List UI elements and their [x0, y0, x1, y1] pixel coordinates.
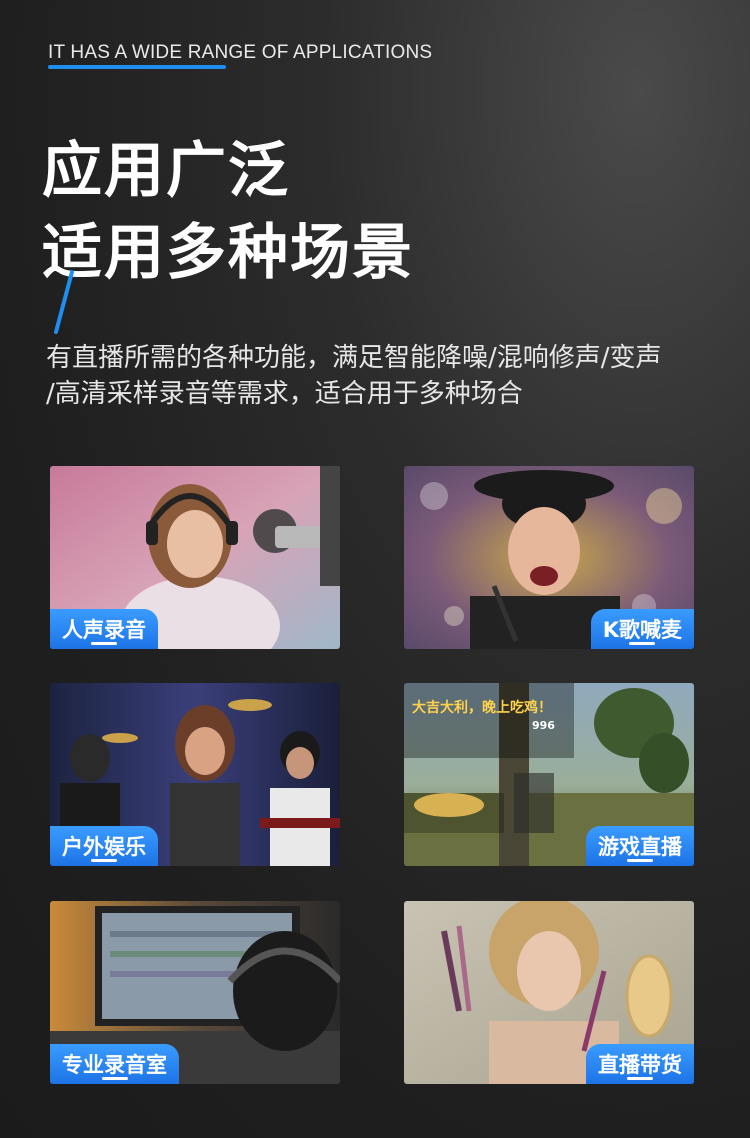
description-line-2: /高清采样录音等需求，适合用于多种场合 — [46, 379, 523, 409]
title-line-2: 适用多种场景 — [42, 218, 414, 288]
tag-underline — [627, 859, 653, 862]
card-label-tag: 游戏直播 — [586, 826, 694, 866]
eyebrow-text: IT HAS A WIDE RANGE OF APPLICATIONS — [48, 42, 433, 63]
card-label-tag: 专业录音室 — [50, 1044, 179, 1084]
slash-decoration-icon — [54, 270, 74, 334]
tag-underline — [101, 1077, 128, 1080]
card-label: K歌喊麦 — [602, 618, 682, 642]
card-label-tag: 人声录音 — [50, 609, 158, 649]
card-label-tag: K歌喊麦 — [590, 609, 694, 649]
card-outdoor-entertainment[interactable]: 户外娱乐 — [50, 683, 340, 866]
tag-underline — [627, 1077, 653, 1080]
card-label: 直播带货 — [598, 1053, 682, 1077]
page-title: 应用广泛 适用多种场景 — [42, 130, 414, 294]
card-label: 户外娱乐 — [62, 835, 146, 859]
card-label: 游戏直播 — [598, 835, 682, 859]
card-label-tag: 户外娱乐 — [50, 826, 158, 866]
card-live-commerce[interactable]: 直播带货 — [404, 901, 694, 1084]
card-karaoke[interactable]: K歌喊麦 — [404, 466, 694, 649]
card-label-tag: 直播带货 — [586, 1044, 694, 1084]
title-line-1: 应用广泛 — [42, 136, 290, 206]
tag-underline — [91, 642, 117, 645]
description: 有直播所需的各种功能，满足智能降噪/混响修声/变声 /高清采样录音等需求，适合用… — [46, 340, 726, 412]
tag-underline — [91, 859, 117, 862]
eyebrow-underline — [48, 65, 226, 69]
card-vocal-recording[interactable]: 人声录音 — [50, 466, 340, 649]
card-label: 人声录音 — [62, 618, 146, 642]
description-line-1: 有直播所需的各种功能，满足智能降噪/混响修声/变声 — [46, 343, 662, 373]
card-recording-studio[interactable]: 专业录音室 — [50, 901, 340, 1084]
card-label: 专业录音室 — [62, 1053, 167, 1077]
card-game-streaming[interactable]: 大吉大利，晚上吃鸡！ 996 游戏直播 — [404, 683, 694, 866]
game-banner: 大吉大利，晚上吃鸡！ — [412, 700, 552, 716]
game-score: 996 — [532, 719, 555, 732]
tag-underline — [629, 642, 656, 645]
